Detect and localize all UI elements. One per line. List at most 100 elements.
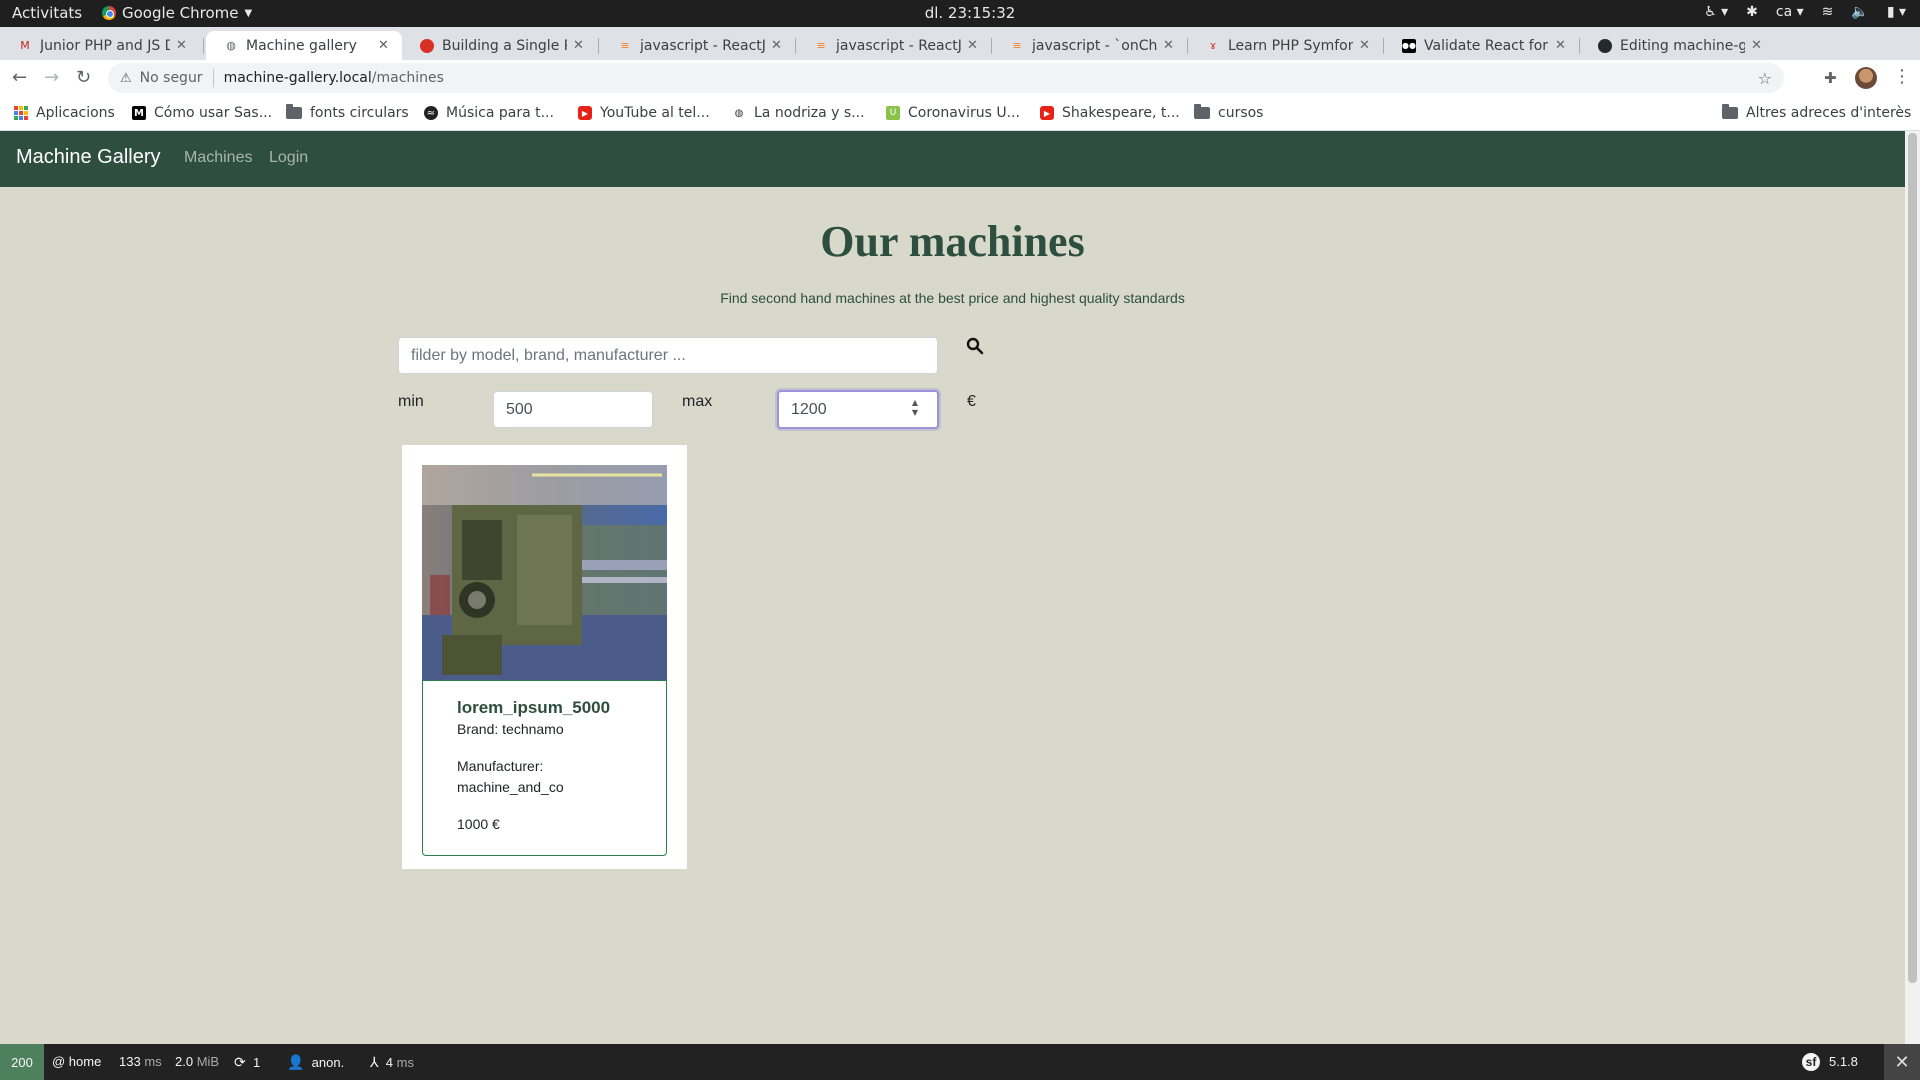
warning-triangle-icon[interactable]: ⚠ <box>120 71 132 86</box>
bookmark-label: Música para t... <box>446 105 554 121</box>
symfony-debug-toolbar: 200 @ home 133 ms 2.0 MiB ⟳ 1 👤 anon. ⅄ … <box>0 1044 1920 1080</box>
folder-icon <box>1722 104 1738 119</box>
close-toolbar-icon[interactable]: ✕ <box>1884 1044 1920 1080</box>
loom-machine-image <box>422 465 667 681</box>
os-top-bar: Activitats Google Chrome ▼ dl. 23:15:32 … <box>0 0 1920 27</box>
memory-usage[interactable]: 2.0 MiB <box>175 1054 219 1069</box>
youtube-icon: ▶ <box>1040 106 1054 120</box>
nav-link-machines[interactable]: Machines <box>184 149 252 167</box>
tab-stackoverflow-2[interactable]: ≡ javascript - ReactJS ✕ <box>796 31 991 60</box>
page-subtitle: Find second hand machines at the best pr… <box>720 290 1185 306</box>
bookmark-apps[interactable]: Aplicacions <box>14 105 115 121</box>
tab-divider <box>598 38 599 54</box>
close-icon[interactable]: ✕ <box>771 38 785 53</box>
bookmark-musica[interactable]: ≈ Música para t... <box>424 105 554 121</box>
tab-learn-symfony[interactable]: ɤ Learn PHP Symfony ✕ <box>1188 31 1383 60</box>
language-indicator[interactable]: ca ▾ <box>1776 4 1804 20</box>
status-badge[interactable]: 200 <box>0 1044 44 1080</box>
tab-editing-github[interactable]: Editing machine-ga ✕ <box>1580 31 1775 60</box>
star-icon[interactable]: ☆ <box>1758 69 1772 88</box>
tab-junior-php[interactable]: M Junior PHP and JS D ✕ <box>0 31 200 60</box>
bookmark-cursos[interactable]: cursos <box>1194 104 1264 121</box>
twig-icon: ⅄ <box>370 1054 379 1070</box>
memory-value: 2.0 <box>175 1054 194 1069</box>
machine-price: 1000 € <box>457 816 500 832</box>
close-icon[interactable]: ✕ <box>176 38 190 53</box>
reload-icon[interactable]: ↻ <box>76 67 91 88</box>
bookmark-youtube-tel[interactable]: ▶ YouTube al tel... <box>578 105 710 121</box>
bookmark-coronavirus[interactable]: U Coronavirus U... <box>886 105 1020 121</box>
close-icon[interactable]: ✕ <box>1555 38 1569 53</box>
stackoverflow-favicon-icon: ≡ <box>620 39 630 52</box>
bookmark-other[interactable]: Altres adreces d'interès <box>1722 104 1912 121</box>
symfony-version[interactable]: 5.1.8 <box>1829 1054 1858 1069</box>
twig-time[interactable]: ⅄ 4 ms <box>370 1054 414 1071</box>
clock[interactable]: dl. 23:15:32 <box>920 4 1020 22</box>
app-name: Google Chrome <box>122 4 239 22</box>
security-user[interactable]: 👤 anon. <box>287 1054 344 1071</box>
profile-avatar[interactable] <box>1855 67 1877 89</box>
volume-icon[interactable]: 🔈 <box>1851 4 1868 20</box>
user-value: anon. <box>311 1055 345 1070</box>
folder-icon <box>286 104 302 119</box>
close-icon[interactable]: ✕ <box>378 38 392 53</box>
tab-stackoverflow-1[interactable]: ≡ javascript - ReactJS ✕ <box>600 31 795 60</box>
requests-count[interactable]: ⟳ 1 <box>234 1054 260 1071</box>
tab-validate-react[interactable]: ●● Validate React form ✕ <box>1384 31 1579 60</box>
forward-arrow-icon[interactable]: → <box>44 67 59 88</box>
route-label[interactable]: @ home <box>52 1054 101 1069</box>
machine-manufacturer-label: Manufacturer: <box>457 758 544 774</box>
page-scrollbar[interactable] <box>1905 131 1920 1044</box>
tab-label: javascript - ReactJS <box>640 37 765 54</box>
bookmark-label: Cómo usar Sas... <box>154 105 273 121</box>
symfony-logo-icon[interactable]: sf <box>1802 1053 1820 1071</box>
puzzle-extensions-icon[interactable]: ✚ <box>1824 69 1837 87</box>
system-tray[interactable]: ♿ ▾ ✱ ca ▾ ≋ 🔈 ▮ ▾ <box>1704 4 1906 20</box>
bookmark-fonts-circulars[interactable]: fonts circulars <box>286 104 409 121</box>
close-icon[interactable]: ✕ <box>1359 38 1373 53</box>
app-menu[interactable]: Google Chrome ▼ <box>102 4 252 22</box>
search-input[interactable] <box>398 337 938 374</box>
nav-link-login[interactable]: Login <box>269 149 308 167</box>
bluetooth-icon[interactable]: ✱ <box>1746 4 1758 20</box>
bookmark-label: cursos <box>1218 105 1264 121</box>
accessibility-icon[interactable]: ♿ ▾ <box>1704 4 1728 20</box>
machine-image[interactable] <box>422 465 667 681</box>
spinner-down-icon[interactable]: ▼ <box>910 408 920 418</box>
bookmark-shakespeare[interactable]: ▶ Shakespeare, t... <box>1040 105 1180 121</box>
scrollbar-thumb[interactable] <box>1908 133 1917 983</box>
battery-icon[interactable]: ▮ ▾ <box>1887 4 1906 20</box>
tab-stackoverflow-3[interactable]: ≡ javascript - `onChar ✕ <box>992 31 1187 60</box>
close-icon[interactable]: ✕ <box>967 38 981 53</box>
spinner-up-icon[interactable]: ▲ <box>910 398 920 408</box>
bookmark-label: Coronavirus U... <box>908 105 1020 121</box>
close-icon[interactable]: ✕ <box>1163 38 1177 53</box>
machine-card[interactable]: lorem_ipsum_5000 Brand: technamo Manufac… <box>402 445 687 869</box>
activities-button[interactable]: Activitats <box>12 4 82 22</box>
site-navbar: Machine Gallery Machines Login <box>0 131 1905 187</box>
security-label[interactable]: No segur <box>140 70 203 86</box>
page-title: Our machines <box>820 217 1085 266</box>
back-arrow-icon[interactable]: ← <box>12 67 27 88</box>
bookmark-label: YouTube al tel... <box>600 105 710 121</box>
user-icon: 👤 <box>287 1054 305 1070</box>
bookmark-sass[interactable]: M Cómo usar Sas... <box>132 105 272 121</box>
min-price-input[interactable] <box>493 391 653 428</box>
site-brand[interactable]: Machine Gallery <box>16 146 161 169</box>
address-bar[interactable]: ⚠ No segur machine-gallery.local /machin… <box>108 63 1784 93</box>
min-label: min <box>398 393 424 410</box>
wifi-icon[interactable]: ≋ <box>1822 4 1834 20</box>
close-icon[interactable]: ✕ <box>1751 38 1765 53</box>
globe-favicon-icon: ◍ <box>226 39 236 52</box>
number-spinner[interactable]: ▲ ▼ <box>910 398 920 420</box>
time-unit: ms <box>144 1054 162 1069</box>
kebab-menu-icon[interactable]: ⋮ <box>1893 66 1911 87</box>
request-time[interactable]: 133 ms <box>119 1054 162 1069</box>
machine-name[interactable]: lorem_ipsum_5000 <box>457 698 610 718</box>
search-icon[interactable] <box>966 337 984 355</box>
bookmark-nodriza[interactable]: ◍ La nodriza y s... <box>732 105 865 121</box>
tab-machine-gallery[interactable]: ◍ Machine gallery ✕ <box>206 31 402 60</box>
tab-building-spa[interactable]: Building a Single Pa ✕ <box>402 31 597 60</box>
close-icon[interactable]: ✕ <box>573 38 587 53</box>
bookmark-label: Altres adreces d'interès <box>1746 105 1912 121</box>
